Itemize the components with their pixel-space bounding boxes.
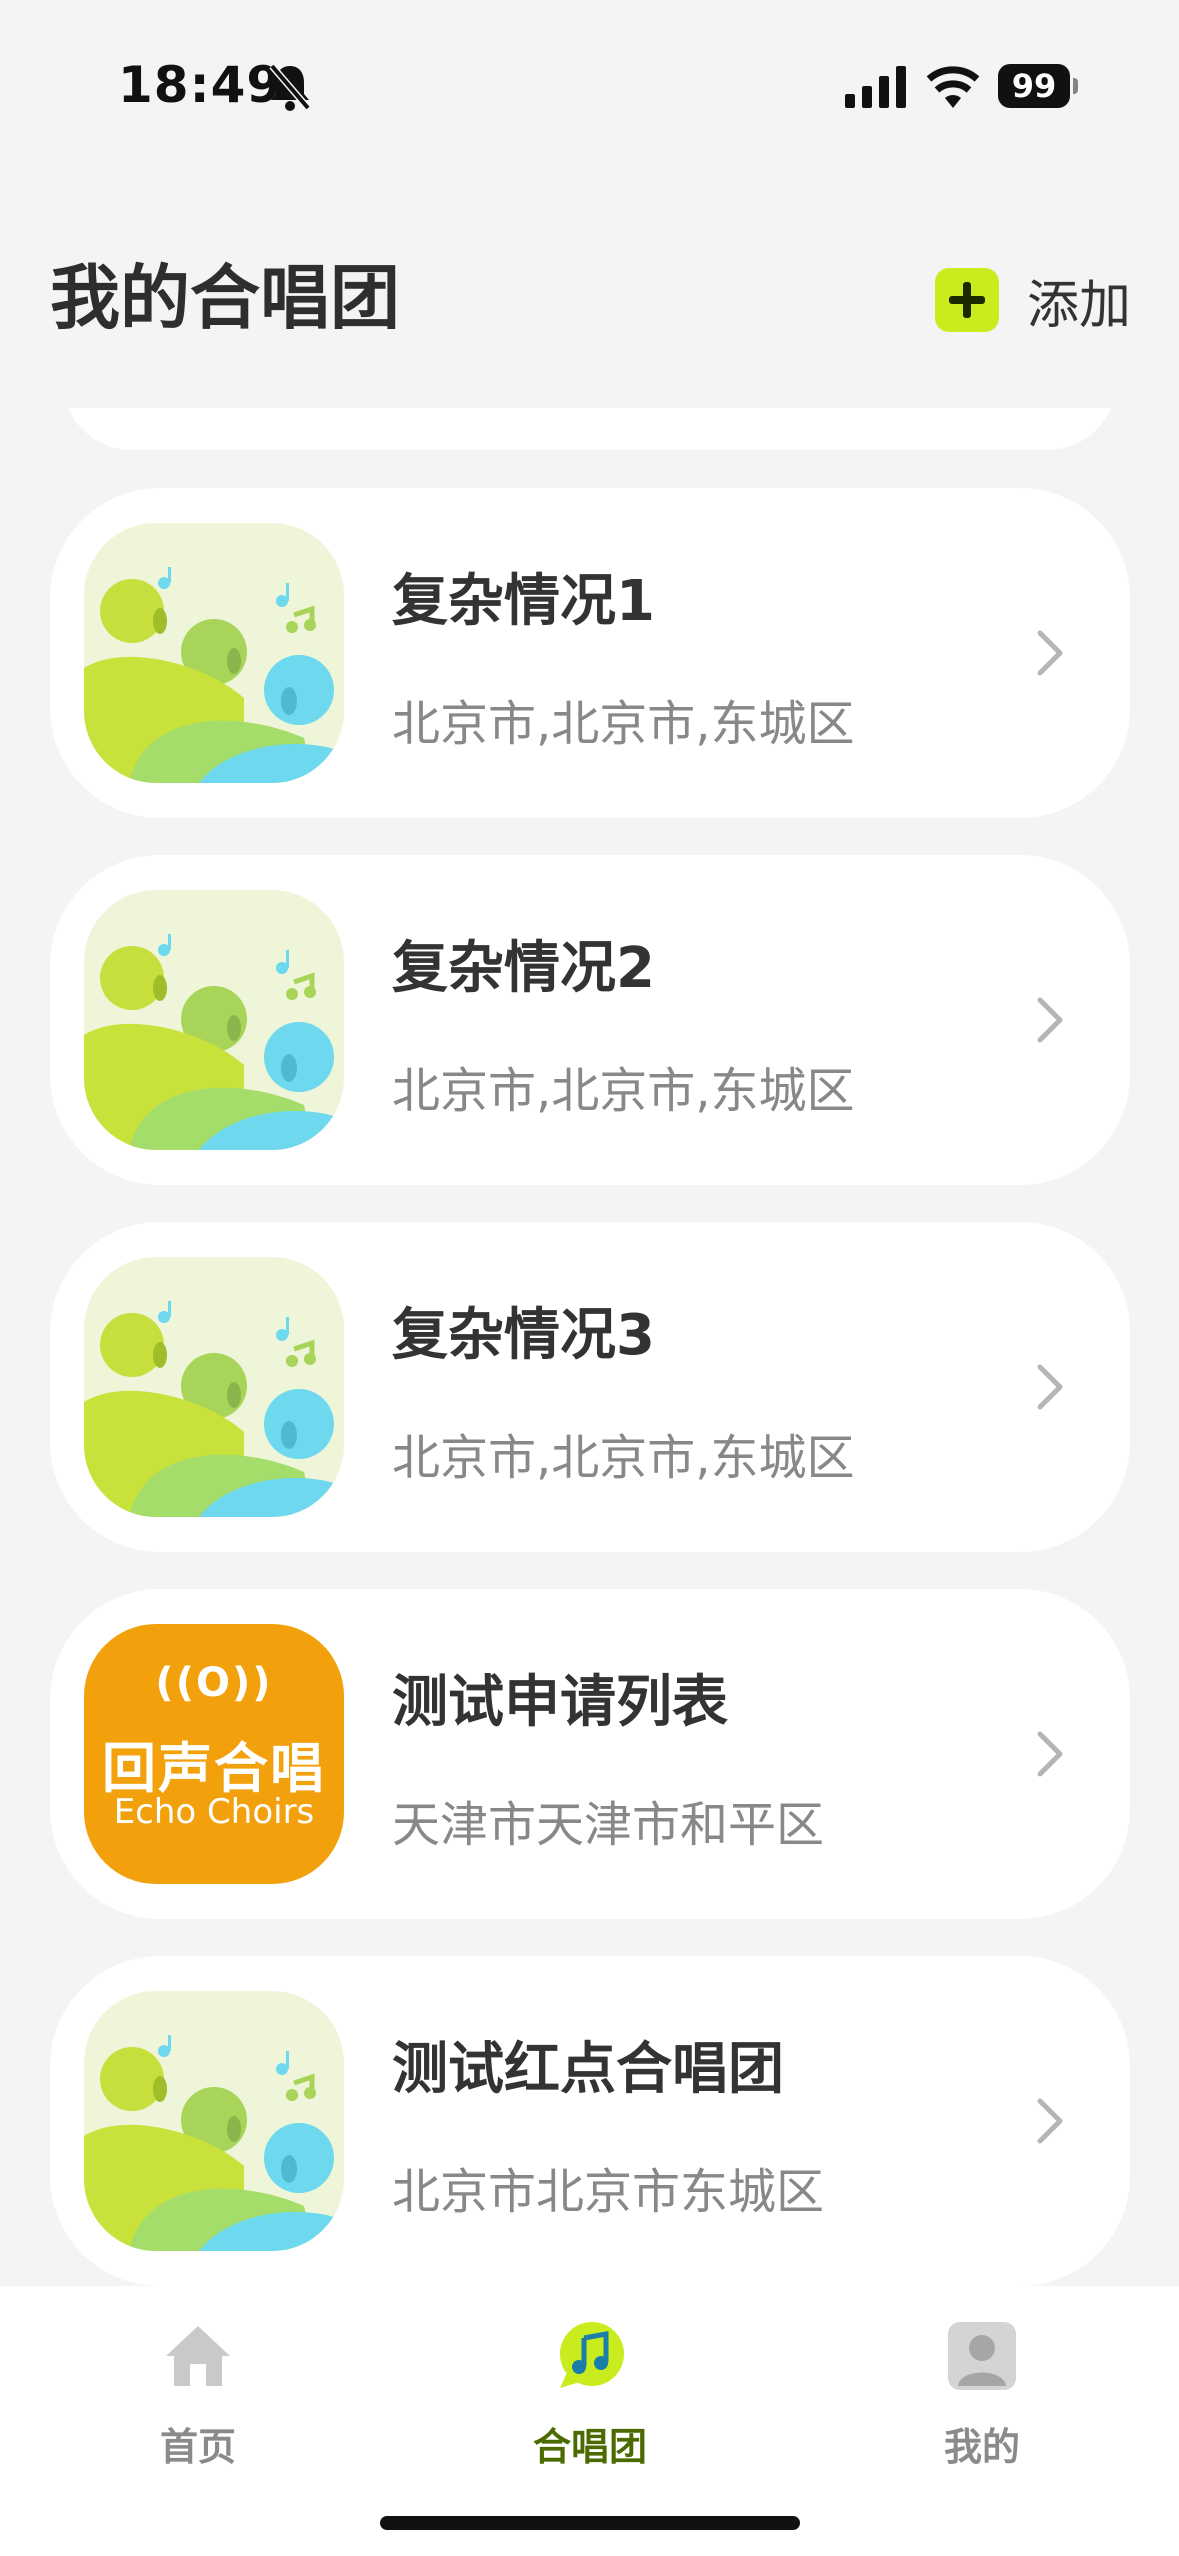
chevron-right-icon [1030, 1361, 1070, 1413]
chevron-right-icon [1030, 1728, 1070, 1780]
choir-people-art [84, 1257, 344, 1517]
battery-indicator: 99 [998, 64, 1078, 108]
page-header: 我的合唱团 添加 [0, 200, 1179, 400]
choir-card[interactable]: ((O)) 回声合唱 Echo Choirs 测试申请列表 天津市天津市和平区 [50, 1589, 1130, 1919]
choir-card[interactable]: 复杂情况3 北京市,北京市,东城区 [50, 1222, 1130, 1552]
tab-label: 首页 [159, 2425, 236, 2469]
choir-location: 天津市天津市和平区 [392, 1797, 825, 1853]
echo-logo-waves: ((O)) [155, 1660, 273, 1706]
choir-name: 复杂情况1 [392, 569, 655, 634]
home-icon [166, 2326, 230, 2386]
choir-location: 北京市北京市东城区 [392, 2164, 825, 2220]
page-title: 我的合唱团 [50, 257, 400, 339]
tab-label: 我的 [943, 2425, 1020, 2469]
choir-name: 复杂情况3 [392, 1303, 655, 1368]
choir-people-art [84, 890, 344, 1150]
echo-choirs-logo: ((O)) 回声合唱 Echo Choirs [84, 1624, 344, 1884]
chevron-right-icon [1030, 994, 1070, 1046]
music-note-icon [560, 2322, 624, 2388]
add-choir-button[interactable]: 添加 [935, 260, 1131, 340]
choir-people-art [84, 523, 344, 783]
home-indicator[interactable] [380, 2516, 800, 2530]
choir-card-partial[interactable] [62, 408, 1117, 450]
choir-name: 复杂情况2 [392, 936, 655, 1001]
tab-home[interactable]: 首页 [98, 2320, 298, 2470]
profile-icon [948, 2322, 1016, 2390]
status-time: 18:49 [118, 56, 283, 114]
bell-muted-icon [269, 63, 311, 111]
status-bar: 18:49 99 [0, 0, 1179, 150]
choir-location: 北京市,北京市,东城区 [392, 1063, 855, 1119]
chevron-right-icon [1030, 627, 1070, 679]
wifi-icon [926, 66, 980, 108]
choir-name: 测试红点合唱团 [392, 2037, 784, 2102]
battery-level: 99 [998, 64, 1070, 108]
choir-people-art [84, 1991, 344, 2251]
choir-location: 北京市,北京市,东城区 [392, 696, 855, 752]
echo-logo-en: Echo Choirs [113, 1792, 315, 1832]
choir-name: 测试申请列表 [392, 1670, 728, 1735]
tab-profile[interactable]: 我的 [882, 2320, 1082, 2470]
choir-card[interactable]: 复杂情况1 北京市,北京市,东城区 [50, 488, 1130, 818]
choir-list[interactable]: 复杂情况1 北京市,北京市,东城区 复杂情况2 北京市,北京市,东城区 复杂情况… [0, 408, 1179, 2286]
add-label: 添加 [1027, 275, 1132, 336]
tab-choir[interactable]: 合唱团 [490, 2320, 690, 2470]
choir-card[interactable]: 复杂情况2 北京市,北京市,东城区 [50, 855, 1130, 1185]
chevron-right-icon [1030, 2095, 1070, 2147]
battery-tip [1073, 78, 1078, 94]
plus-icon [935, 268, 999, 332]
choir-card[interactable]: 测试红点合唱团 北京市北京市东城区 [50, 1956, 1130, 2286]
tab-label: 合唱团 [532, 2425, 647, 2469]
choir-location: 北京市,北京市,东城区 [392, 1430, 855, 1486]
cellular-signal-icon [845, 66, 906, 108]
